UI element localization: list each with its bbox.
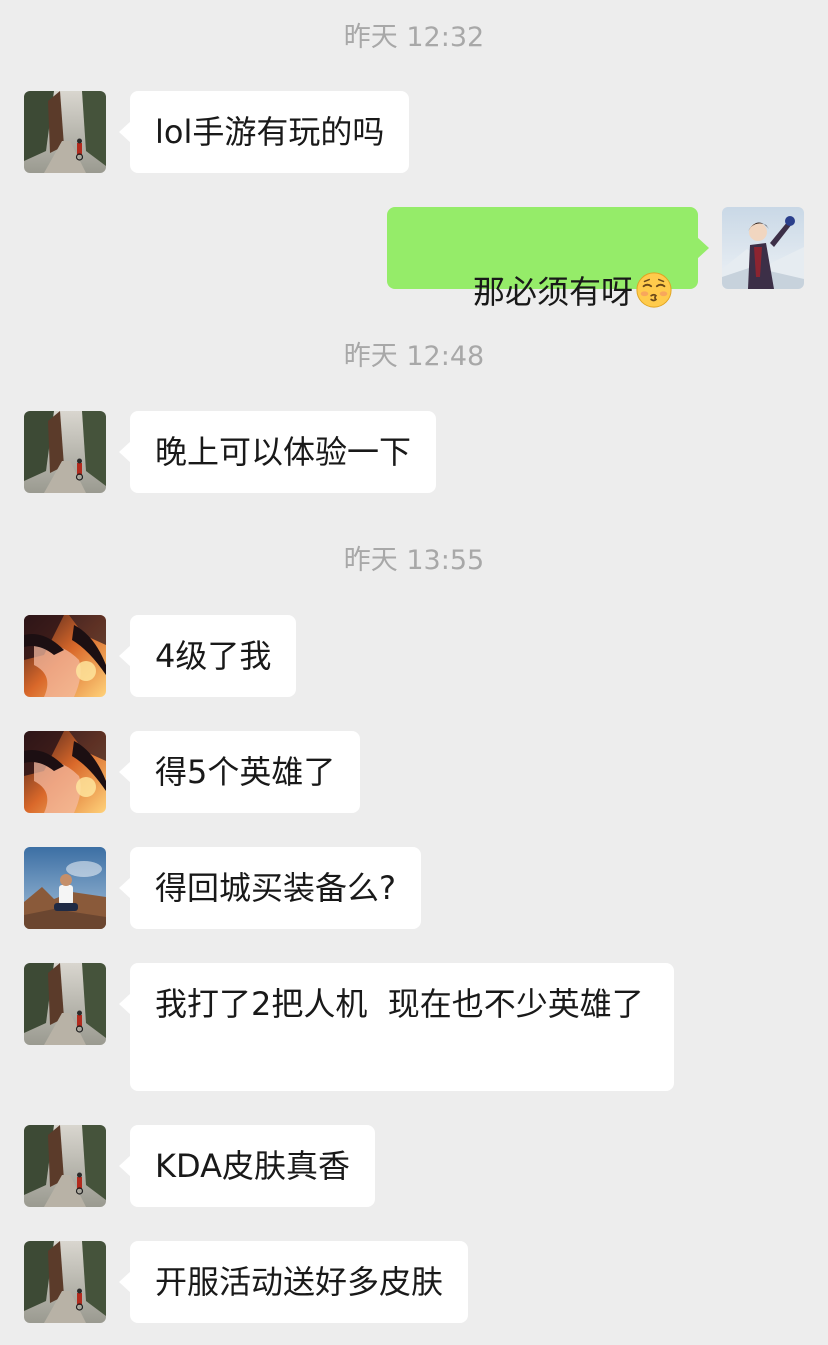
forest-road-cyclist-avatar[interactable] [24,963,106,1045]
message-bubble[interactable]: 得回城买装备么? [119,847,421,929]
message-bubble[interactable]: 那必须有呀 [386,207,710,311]
timestamp: 昨天 12:32 [343,22,485,53]
anime-fiery-girl-avatar[interactable] [24,731,106,813]
anime-fiery-girl-avatar[interactable] [24,615,106,697]
man-sitting-on-rocks-avatar[interactable] [24,847,106,929]
timestamp: 昨天 13:55 [343,545,485,576]
forest-road-cyclist-avatar[interactable] [24,1125,106,1207]
message-bubble[interactable]: 4级了我 [118,615,297,697]
message-bubble[interactable]: 开服活动送好多皮肤 [118,1241,469,1323]
anime-boy-waving-avatar[interactable] [722,207,804,289]
message-bubble[interactable]: 晚上可以体验一下 [118,411,437,493]
forest-road-cyclist-avatar[interactable] [24,91,106,173]
timestamp: 昨天 12:48 [343,341,485,372]
message-bubble[interactable]: KDA皮肤真香 [119,1125,375,1207]
forest-road-cyclist-avatar[interactable] [24,1241,106,1323]
message-bubble[interactable]: 得5个英雄了 [118,731,361,813]
kissing-face-with-closed-eyes-emoji [636,272,672,308]
chat-message-list[interactable]: 昨天 12:32 lol手游有玩的吗 那必须有呀 昨天 12:48 晚上可以体验… [0,0,828,1345]
message-bubble[interactable]: lol手游有玩的吗 [118,91,410,173]
message-text: 那必须有呀 [472,273,633,311]
message-bubble[interactable]: 我打了2把人机 现在也不少英雄了 [119,963,674,1091]
forest-road-cyclist-avatar[interactable] [24,411,106,493]
